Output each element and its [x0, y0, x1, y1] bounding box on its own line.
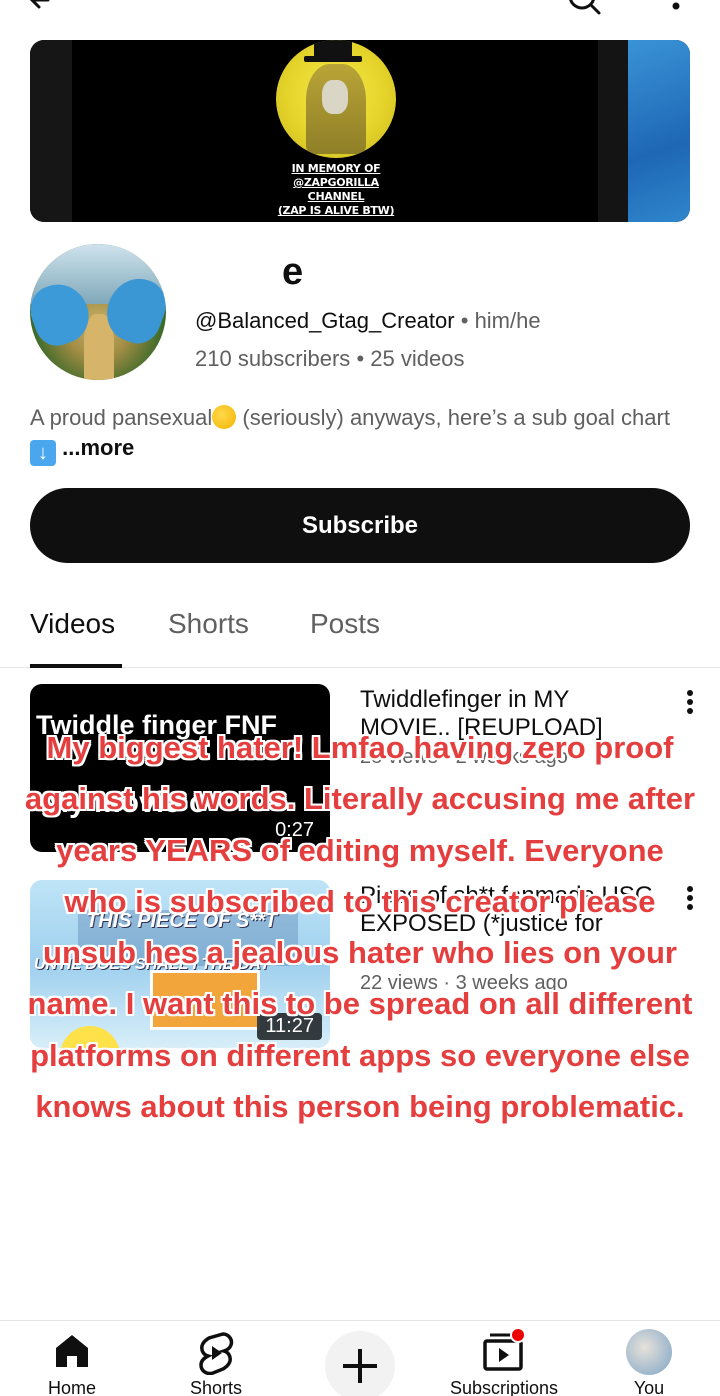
nav-subscriptions-label: Subscriptions [449, 1378, 559, 1396]
create-plus-icon[interactable] [325, 1331, 395, 1396]
nav-home-label: Home [47, 1378, 96, 1396]
shorts-icon [199, 1332, 234, 1375]
channel-description[interactable]: A proud pansexual (seriously) anyways, h… [30, 403, 690, 466]
tab-posts[interactable]: Posts [310, 606, 380, 642]
bio-more-link[interactable]: ...more [62, 435, 134, 460]
down-arrow-emoji-icon: ↓ [30, 440, 56, 466]
channel-pronouns: him/he [474, 308, 541, 333]
channel-avatar[interactable] [30, 244, 166, 380]
subscribe-button[interactable]: Subscribe [30, 488, 690, 563]
overlay-caption: My biggest hater! Lmfao having zero proo… [24, 730, 696, 1125]
channel-tabs: Videos Shorts Posts [0, 590, 720, 668]
top-hat-icon [314, 40, 352, 60]
profile-avatar [626, 1329, 672, 1375]
bottom-navigation: Home Shorts Subscriptions You [0, 1320, 720, 1396]
search-icon[interactable] [566, 0, 602, 16]
tab-videos[interactable]: Videos [30, 606, 115, 642]
banner-blue-edge [628, 40, 690, 222]
video-count: 25 videos [370, 346, 465, 371]
nav-home[interactable]: Home [22, 1321, 122, 1396]
channel-name: e [282, 251, 304, 293]
nav-shorts-label: Shorts [189, 1378, 243, 1396]
top-app-bar [0, 0, 720, 20]
gorilla-face [322, 80, 348, 114]
notification-dot [510, 1327, 526, 1343]
channel-banner: IN MEMORY OF @ZAPGORILLA CHANNEL (ZAP IS… [30, 40, 690, 222]
nav-shorts[interactable]: Shorts [166, 1321, 266, 1396]
banner-memorial-text: IN MEMORY OF @ZAPGORILLA CHANNEL (ZAP IS… [270, 162, 402, 218]
banner-right-strip [598, 40, 628, 222]
channel-handle: @Balanced_Gtag_Creator [195, 308, 455, 333]
channel-handle-row: @Balanced_Gtag_Creator • him/he [195, 307, 541, 335]
active-tab-indicator [30, 664, 122, 668]
home-icon [56, 1335, 88, 1367]
banner-memorial-line-2: @ZAPGORILLA CHANNEL [270, 176, 402, 204]
bio-text-1: A proud pansexual [30, 405, 213, 430]
more-vert-icon[interactable] [668, 0, 684, 14]
nav-subscriptions[interactable]: Subscriptions [434, 1321, 574, 1396]
subscriber-count: 210 subscribers [195, 346, 351, 371]
video-more-icon[interactable] [678, 688, 702, 718]
banner-memorial-line-1: IN MEMORY OF [289, 162, 383, 176]
bio-text-2: (seriously) anyways, here’s a sub goal c… [236, 405, 670, 430]
tab-shorts[interactable]: Shorts [168, 606, 249, 642]
nav-you-label: You [633, 1378, 665, 1396]
separator-dot: • [460, 308, 469, 333]
banner-gorilla-image [276, 40, 396, 158]
banner-memorial-line-3: (ZAP IS ALIVE BTW) [275, 204, 397, 218]
arrow-left-icon[interactable] [26, 0, 54, 14]
separator-dot: • [356, 346, 365, 371]
nav-you[interactable]: You [600, 1321, 698, 1396]
pleading-face-emoji-icon [212, 405, 237, 429]
banner-left-strip [30, 40, 72, 222]
channel-stats-row: 210 subscribers • 25 videos [195, 345, 464, 373]
